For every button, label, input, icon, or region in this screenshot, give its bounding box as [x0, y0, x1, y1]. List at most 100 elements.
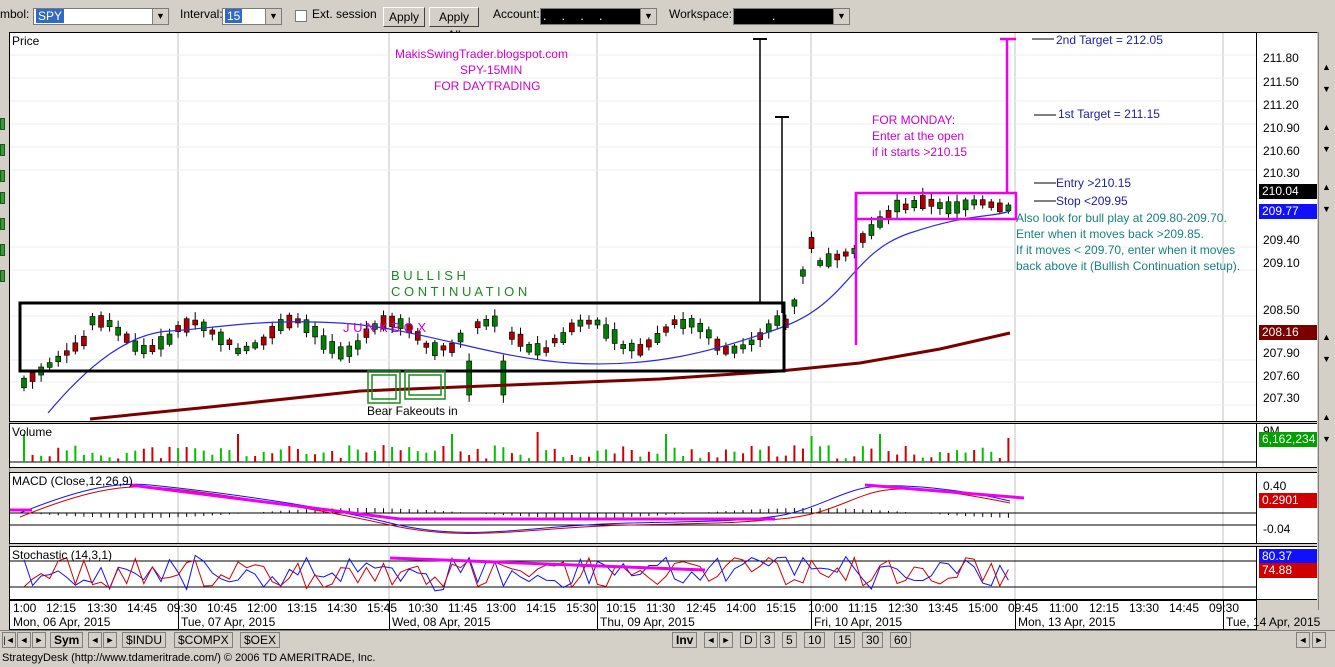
scroll-up-icon[interactable]: ▲ [1322, 62, 1331, 72]
prev-icon[interactable]: ◄ [1296, 632, 1310, 648]
next-icon[interactable]: ► [719, 632, 733, 648]
candle-body [449, 342, 455, 353]
chevron-down-icon[interactable]: ▼ [152, 9, 168, 24]
time-tick: 11:00 [1049, 601, 1079, 615]
candle-body [894, 199, 900, 213]
day-separator [597, 601, 598, 629]
time-tick: 10:00 [808, 601, 839, 615]
sym-tab[interactable]: Sym [50, 632, 84, 648]
candle-body [21, 377, 27, 389]
scroll-down-icon[interactable]: ▼ [1322, 84, 1331, 94]
account-combo[interactable]: . . . . ▼ [540, 8, 657, 25]
candle-body [423, 342, 430, 348]
candle-body [320, 335, 327, 350]
continuation-annotation: C O N T I N U A T I O N [391, 284, 528, 299]
candle-body [937, 202, 943, 209]
time-tick: 13:15 [287, 601, 318, 615]
candle-body [594, 319, 601, 326]
candle-body [312, 326, 318, 338]
period-tab[interactable]: D [740, 632, 757, 648]
time-tick: 09:30 [1209, 601, 1240, 615]
volume-pane[interactable]: Volume [9, 423, 1257, 468]
candle-body [817, 260, 823, 266]
candle-body [551, 338, 558, 344]
interval-combo[interactable]: 15 ▼ [222, 8, 282, 25]
drawing-tool-icon[interactable] [0, 144, 5, 156]
stochastic-chart[interactable] [10, 547, 1256, 599]
chevron-down-icon[interactable]: ▼ [265, 9, 281, 24]
candle-body [971, 199, 977, 206]
first-icon[interactable]: |◄ [2, 632, 16, 648]
stochastic-k-tag: 80.37 [1259, 549, 1317, 564]
period-tab[interactable]: 10 [804, 632, 826, 648]
scroll-up-icon[interactable]: ▲ [1322, 182, 1331, 192]
chevron-down-icon[interactable]: ▼ [640, 9, 656, 24]
candle-body [252, 342, 258, 349]
scroll-down-icon[interactable]: ▼ [1322, 434, 1331, 444]
also-annotation-2: Enter when it moves back >209.85. [1016, 227, 1204, 241]
volume-axis: 9M 6,162,234 [1257, 423, 1317, 468]
candle-body [680, 319, 686, 329]
candle-body [98, 315, 104, 328]
candle-body [919, 195, 926, 210]
scroll-down-icon[interactable]: ▼ [1322, 204, 1331, 214]
scroll-down-icon[interactable]: ▼ [1322, 144, 1331, 154]
interval-label: Interval: [180, 7, 223, 21]
candle-body [534, 343, 541, 356]
candle-body [603, 324, 609, 339]
scroll-up-icon[interactable]: ▲ [1322, 332, 1331, 342]
next-icon[interactable]: ► [1312, 632, 1326, 648]
drawing-tool-icon[interactable] [0, 192, 5, 204]
macd-tick: 0.40 [1263, 479, 1287, 493]
next-icon[interactable]: ► [103, 632, 117, 648]
prev-icon[interactable]: ◄ [17, 632, 31, 648]
vertical-scrollbar[interactable]: ▲ ▼ ▲ ▼ ▲ ▼ ▲ ▼ ▲ ▼ [1318, 32, 1335, 610]
drawing-tool-icon[interactable] [0, 170, 5, 182]
volume-chart[interactable] [10, 424, 1256, 467]
tabs-bar: |◄ ◄ ► Sym ◄ ► $INDU $COMPX $OEX Inv ◄ ►… [0, 630, 1335, 649]
period-tab[interactable]: 30 [862, 632, 884, 648]
period-tab[interactable]: 5 [782, 632, 797, 648]
candle-body [432, 342, 438, 356]
candle-body [123, 333, 130, 343]
ext-session-checkbox[interactable] [295, 10, 307, 22]
drawing-tool-icon[interactable] [0, 244, 5, 256]
symbol-tab-oex[interactable]: $OEX [240, 632, 281, 648]
candle-body [149, 345, 156, 353]
drawing-tool-icon[interactable] [0, 218, 5, 230]
time-tick: 12:15 [46, 601, 77, 615]
candle-body [235, 347, 241, 354]
symbol-tab-indu[interactable]: $INDU [122, 632, 167, 648]
candle-body [329, 341, 335, 354]
symbol-tab-compx[interactable]: $COMPX [174, 632, 233, 648]
next-icon[interactable]: ► [32, 632, 46, 648]
period-tab[interactable]: 3 [760, 632, 775, 648]
period-tab[interactable]: 60 [890, 632, 912, 648]
prev-icon[interactable]: ◄ [704, 632, 718, 648]
time-tick: 13:00 [486, 601, 517, 615]
candle-body [115, 326, 121, 336]
slow-ma-line [89, 331, 1011, 421]
macd-chart[interactable] [10, 473, 1256, 543]
period-tab[interactable]: 15 [834, 632, 856, 648]
scroll-up-icon[interactable]: ▲ [1322, 122, 1331, 132]
inv-tab[interactable]: Inv [672, 632, 698, 648]
drawing-tool-icon[interactable] [0, 270, 5, 282]
for-monday-annotation: FOR MONDAY: [872, 113, 956, 127]
apply-all-button[interactable]: Apply All [429, 7, 479, 42]
price-pane[interactable]: Price MakisSwingTrader.blogspot.com SPY-… [9, 32, 1257, 422]
macd-pane[interactable]: MACD (Close,12,26,9) [9, 472, 1257, 544]
candle-body [226, 339, 233, 346]
symbol-combo[interactable]: SPY ▼ [33, 8, 169, 25]
stochastic-pane[interactable]: Stochastic (14,3,1) [9, 546, 1257, 600]
drawing-tool-icon[interactable] [0, 118, 5, 130]
chevron-down-icon[interactable]: ▼ [833, 9, 849, 24]
scroll-up-icon[interactable]: ▲ [1322, 412, 1331, 422]
prev-icon[interactable]: ◄ [88, 632, 102, 648]
apply-button[interactable]: Apply [383, 7, 425, 27]
price-tick: 207.90 [1263, 346, 1300, 360]
workspace-combo[interactable]: . ▼ [733, 8, 850, 25]
candle-body [586, 319, 592, 325]
candle-body [526, 343, 532, 353]
scroll-down-icon[interactable]: ▼ [1322, 354, 1331, 364]
